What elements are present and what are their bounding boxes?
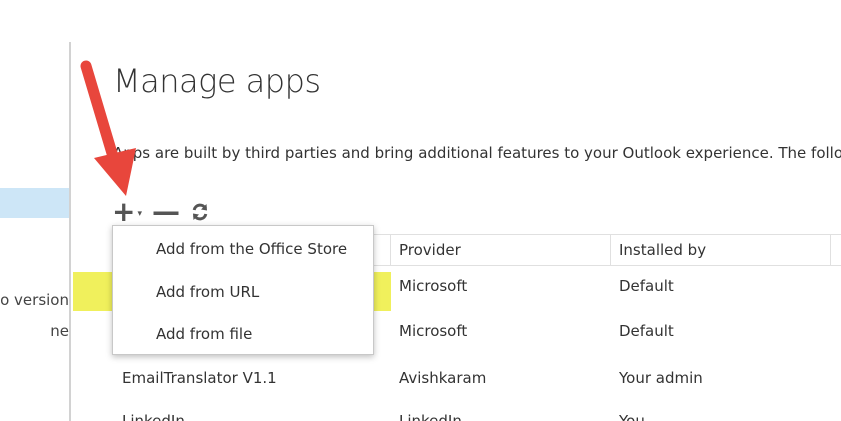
menu-item-add-from-store[interactable]: Add from the Office Store [113,229,373,269]
table-row[interactable]: EmailTranslator V1.1 Avishkaram Your adm… [112,368,841,412]
app-provider: Avishkaram [399,369,487,387]
menu-item-add-from-url[interactable]: Add from URL [113,272,373,312]
add-app-button[interactable]: + ▾ [112,198,142,226]
app-name: LinkedIn [122,412,185,421]
left-navigation: o version ne [0,0,70,421]
page-description: Apps are built by third parties and brin… [113,144,841,162]
app-provider: Microsoft [399,322,468,340]
app-name: EmailTranslator V1.1 [122,369,277,387]
column-separator [830,235,831,265]
app-installed-by: Default [619,277,674,295]
column-header-provider[interactable]: Provider [391,235,461,265]
menu-item-add-from-file[interactable]: Add from file [113,314,373,354]
app-provider: LinkedIn [399,412,462,421]
minus-icon: — [152,195,180,228]
sidebar-selected-item[interactable] [0,188,69,218]
refresh-button[interactable] [190,198,210,226]
sidebar-item-line[interactable]: ne [0,322,69,340]
sidebar-item-version[interactable]: o version [0,291,69,309]
app-installed-by: You [619,412,645,421]
app-installed-by: Default [619,322,674,340]
app-provider: Microsoft [399,277,468,295]
table-row[interactable]: LinkedIn LinkedIn You [112,411,841,421]
app-installed-by: Your admin [619,369,703,387]
column-header-installed-by[interactable]: Installed by [611,235,706,265]
sidebar-divider [69,42,71,421]
remove-app-button[interactable]: — [142,198,180,226]
refresh-icon [192,203,208,221]
page-title: Manage apps [113,62,321,100]
add-app-menu: Add from the Office Store Add from URL A… [112,225,374,355]
apps-toolbar: + ▾ — [112,198,210,226]
plus-icon: + [112,195,136,228]
